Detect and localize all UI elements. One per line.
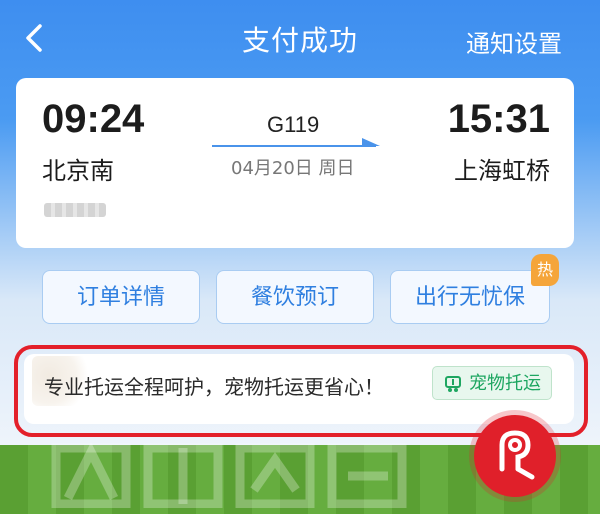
train-number: G119	[267, 112, 320, 137]
arrival-time: 15:31	[447, 97, 550, 141]
ticket-card[interactable]: 09:24 15:31 北京南 上海虹桥 G119 04月20日 周日	[16, 78, 574, 248]
railway-logo-icon	[499, 430, 535, 480]
departure-station: 北京南	[42, 157, 114, 185]
watermark	[51, 441, 407, 508]
direction-arrow-icon	[212, 138, 380, 147]
notification-settings-link[interactable]: 通知设置	[466, 24, 562, 59]
top-bar: 支付成功 通知设置	[0, 0, 600, 78]
order-details-button[interactable]: 订单详情	[42, 270, 200, 324]
travel-insurance-button[interactable]: 出行无忧保	[390, 270, 550, 324]
meal-booking-button[interactable]: 餐饮预订	[216, 270, 374, 324]
railway-logo	[474, 415, 556, 497]
blurred-passenger-info	[44, 203, 106, 217]
travel-date: 04月20日 周日	[231, 158, 355, 179]
hot-badge: 热	[531, 254, 559, 286]
departure-time: 09:24	[42, 97, 145, 141]
arrival-station: 上海虹桥	[454, 157, 550, 185]
